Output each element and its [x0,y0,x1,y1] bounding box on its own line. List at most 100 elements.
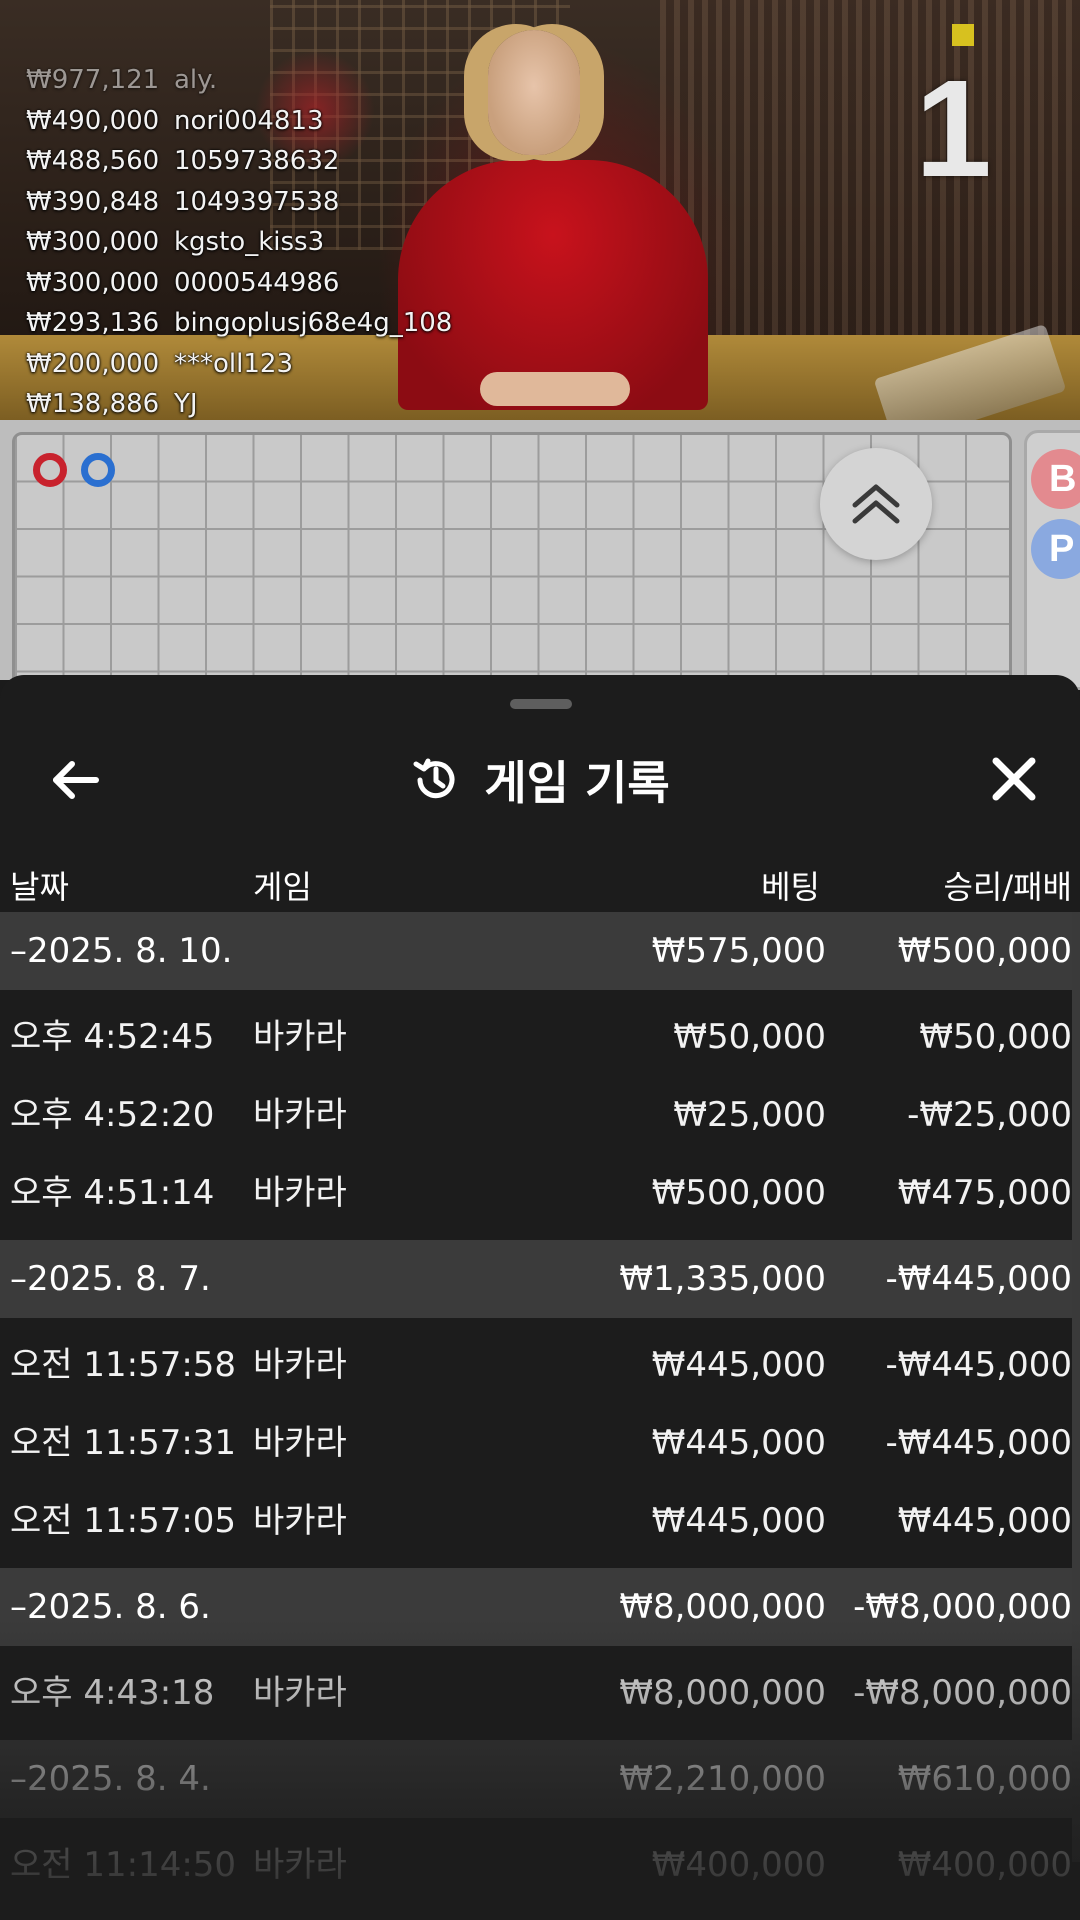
leaderboard-row: ₩977,121 aly. [26,60,452,101]
back-button[interactable] [44,745,114,815]
leaderboard-name: 0000544986 [174,267,340,298]
banker-predict-button[interactable]: B [1031,449,1080,509]
column-headers: 날짜 게임 베팅 승리/패배 [0,842,1080,922]
leaderboard-row: ₩390,848 1049397538 [26,182,452,223]
game-name: 바카라 [253,1345,347,1385]
game-row[interactable]: 오후 4:43:18 바카라 ₩8,000,000 -₩8,000,000 [0,1654,1080,1732]
leaderboard-name: kgsto_kiss3 [174,227,325,257]
group-date: –2025. 8. 4. [10,1759,211,1799]
round-flag-icon [952,24,974,46]
leaderboard-name: 1049397538 [174,186,340,217]
leaderboard-amount: ₩200,000 [26,348,160,379]
live-video: 1 ₩977,121 aly. ₩490,000 nori004813 ₩488,5… [0,0,1080,420]
game-time: 오전 11:57:58 [10,1345,237,1385]
group-bet-total: ₩8,000,000 [619,1587,826,1627]
leaderboard-name: 1059738632 [174,146,340,176]
game-row[interactable]: 오전 11:14:50 바카라 ₩400,000 ₩400,000 [0,1826,1080,1904]
game-time: 오후 4:52:45 [10,1017,215,1057]
game-time: 오전 11:57:05 [10,1501,237,1541]
player-predict-button[interactable]: P [1031,519,1080,579]
game-time: 오후 4:43:18 [10,1673,215,1713]
date-group-row[interactable]: –2025. 8. 4. ₩2,210,000 ₩610,000 [0,1740,1080,1818]
leaderboard-amount: ₩293,136 [26,308,160,338]
dealer-head [488,30,580,155]
game-win-loss: ₩50,000 [919,1017,1072,1057]
game-time: 오후 4:51:14 [10,1173,215,1213]
game-row[interactable]: 오후 4:52:45 바카라 ₩50,000 ₩50,000 [0,998,1080,1076]
expand-roadmap-button[interactable] [820,448,932,560]
game-bet: ₩445,000 [651,1501,826,1541]
game-name: 바카라 [253,1173,347,1213]
dealer-hands [480,372,630,406]
roadmap-area [0,420,1080,692]
leaderboard-amount: ₩300,000 [26,227,160,257]
close-button[interactable] [980,745,1050,815]
group-date: –2025. 8. 6. [10,1587,211,1627]
leaderboard-name: YJ [174,389,198,419]
group-bet-total: ₩1,335,000 [619,1259,826,1299]
game-bet: ₩445,000 [651,1423,826,1463]
sheet-header: 게임 기록 [0,725,1080,835]
date-group-row[interactable]: –2025. 8. 7. ₩1,335,000 -₩445,000 [0,1240,1080,1318]
drag-handle[interactable] [510,699,572,709]
leaderboard-row: ₩490,000 nori004813 [26,101,452,142]
game-time: 오후 4:52:20 [10,1095,215,1135]
game-bet: ₩25,000 [673,1095,826,1135]
game-win-loss: ₩445,000 [897,1501,1072,1541]
game-name: 바카라 [253,1501,347,1541]
leaderboard-name: bingoplusj68e4g_108 [174,308,453,338]
game-win-loss: ₩400,000 [897,1845,1072,1885]
date-group-row[interactable]: –2025. 8. 6. ₩8,000,000 -₩8,000,000 [0,1568,1080,1646]
game-row[interactable]: 오전 11:57:05 바카라 ₩445,000 ₩445,000 [0,1482,1080,1560]
group-bet-total: ₩575,000 [651,931,826,971]
group-win-loss-total: -₩8,000,000 [853,1587,1072,1627]
player-bead-icon [81,453,115,487]
leaderboard-row: ₩300,000 0000544986 [26,263,452,304]
game-bet: ₩50,000 [673,1017,826,1057]
winners-leaderboard: ₩977,121 aly. ₩490,000 nori004813 ₩488,560… [26,60,452,420]
history-list[interactable]: –2025. 8. 10. ₩575,000 ₩500,000 오후 4:52:… [0,912,1080,1904]
close-icon [992,757,1036,801]
game-win-loss: -₩445,000 [885,1423,1073,1463]
leaderboard-row: ₩200,000 ***oll123 [26,344,452,385]
group-date: –2025. 8. 7. [10,1259,211,1299]
scrollbar[interactable] [1072,912,1080,1862]
game-row[interactable]: 오전 11:57:58 바카라 ₩445,000 -₩445,000 [0,1326,1080,1404]
game-name: 바카라 [253,1095,347,1135]
leaderboard-amount: ₩490,000 [26,105,160,136]
leaderboard-name: ***oll123 [174,348,293,379]
group-win-loss-total: ₩500,000 [897,931,1072,971]
game-name: 바카라 [253,1845,347,1885]
game-history-sheet: 게임 기록 날짜 게임 베팅 승리/패배 –2025. 8. 10. ₩575,… [0,675,1080,1920]
group-win-loss-total: -₩445,000 [885,1259,1073,1299]
leaderboard-amount: ₩300,000 [26,267,160,298]
arrow-left-icon [53,761,99,799]
game-bet: ₩8,000,000 [619,1673,826,1713]
leaderboard-amount: ₩488,560 [26,146,160,176]
double-chevron-up-icon [852,484,900,524]
column-header-game: 게임 [253,868,312,906]
leaderboard-amount: ₩138,886 [26,389,160,419]
leaderboard-row: ₩138,886 YJ [26,384,452,420]
game-row[interactable]: 오후 4:52:20 바카라 ₩25,000 -₩25,000 [0,1076,1080,1154]
leaderboard-row: ₩293,136 bingoplusj68e4g_108 [26,303,452,344]
leaderboard-row: ₩488,560 1059738632 [26,141,452,182]
sheet-title: 게임 기록 [484,756,670,810]
leaderboard-name: nori004813 [174,105,324,136]
leaderboard-amount: ₩390,848 [26,186,160,217]
leaderboard-row: ₩300,000 kgsto_kiss3 [26,222,452,263]
game-name: 바카라 [253,1423,347,1463]
game-win-loss: -₩25,000 [907,1095,1072,1135]
game-bet: ₩445,000 [651,1345,826,1385]
group-bet-total: ₩2,210,000 [619,1759,826,1799]
game-win-loss: -₩445,000 [885,1345,1073,1385]
game-row[interactable]: 오전 11:57:31 바카라 ₩445,000 -₩445,000 [0,1404,1080,1482]
game-win-loss: -₩8,000,000 [853,1673,1072,1713]
column-header-win-loss: 승리/패배 [943,868,1072,906]
game-time: 오전 11:14:50 [10,1845,237,1885]
leaderboard-name: aly. [174,65,218,95]
group-win-loss-total: ₩610,000 [897,1759,1072,1799]
game-row[interactable]: 오후 4:51:14 바카라 ₩500,000 ₩475,000 [0,1154,1080,1232]
round-number: 1 [915,52,992,206]
date-group-row[interactable]: –2025. 8. 10. ₩575,000 ₩500,000 [0,912,1080,990]
